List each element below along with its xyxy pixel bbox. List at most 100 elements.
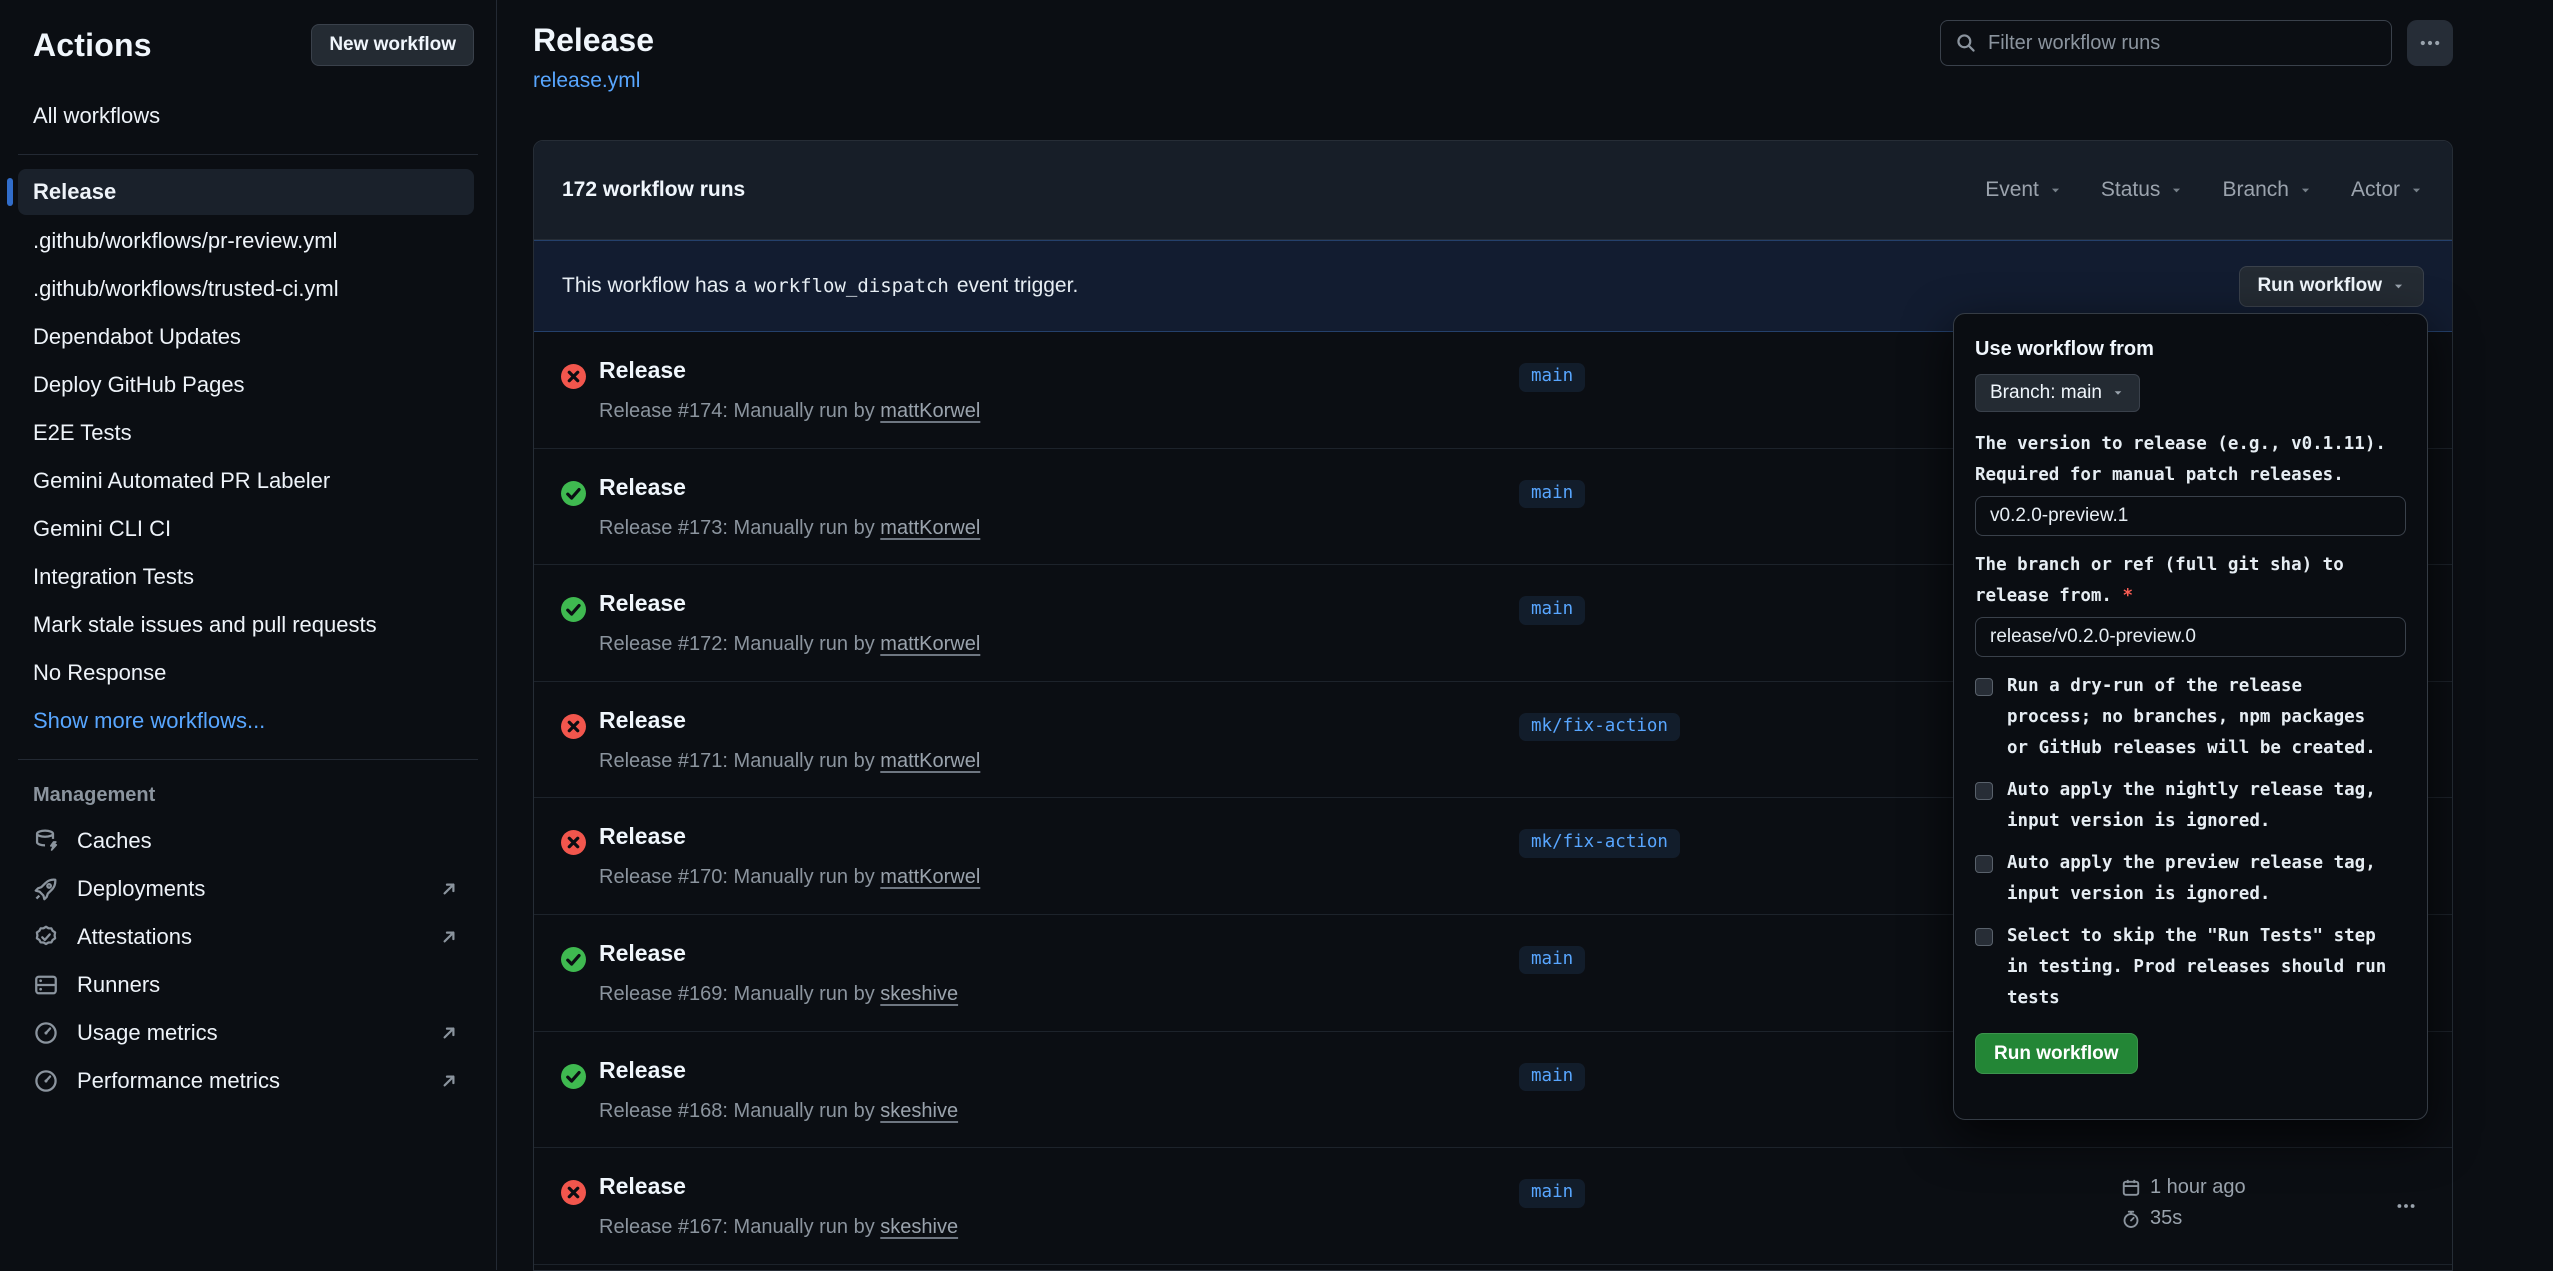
run-title-link[interactable]: Release <box>599 590 686 617</box>
external-link-icon <box>438 926 460 948</box>
sidebar-item-label: Runners <box>77 972 160 998</box>
workflow-dispatch-input-2[interactable] <box>1975 617 2406 657</box>
sidebar-item-label: Show more workflows... <box>33 708 265 734</box>
checkbox-label: Run a dry-run of the release process; no… <box>2007 671 2392 764</box>
chevron-down-icon <box>2048 183 2063 198</box>
sidebar-item-attestations[interactable]: Attestations <box>18 913 474 961</box>
header-kebab-button[interactable] <box>2407 20 2453 66</box>
actor-link[interactable]: mattKorwel <box>880 866 980 888</box>
divider <box>18 154 478 155</box>
run-title-link[interactable]: Release <box>599 474 686 501</box>
sidebar-item-label: Gemini CLI CI <box>33 516 171 542</box>
workflow-dispatch-checkbox-3[interactable]: Auto apply the preview release tag, inpu… <box>1975 848 2406 910</box>
run-workflow-dropdown-button[interactable]: Run workflow <box>2239 266 2424 307</box>
sidebar-item-label: All workflows <box>33 103 160 129</box>
sidebar-header: Actions New workflow <box>18 24 474 66</box>
checkbox[interactable] <box>1975 782 1993 800</box>
run-title-link[interactable]: Release <box>599 1173 686 1200</box>
use-workflow-from-label: Use workflow from <box>1975 338 2406 361</box>
kebab-icon <box>2395 1195 2417 1217</box>
sidebar-item-show-more-workflows[interactable]: Show more workflows... <box>18 697 474 745</box>
actor-link[interactable]: mattKorwel <box>880 750 980 772</box>
workflow-input-group: The branch or ref (full git sha) to rele… <box>1975 550 2406 660</box>
actor-link[interactable]: mattKorwel <box>880 400 980 422</box>
workflow-input-group: The version to release (e.g., v0.1.11). … <box>1975 429 2406 539</box>
workflow-dispatch-input-1[interactable] <box>1975 496 2406 536</box>
sidebar-item-performance-metrics[interactable]: Performance metrics <box>18 1057 474 1105</box>
sidebar-item-release[interactable]: Release <box>18 169 474 215</box>
sidebar-item-gemini-automated-pr-labeler[interactable]: Gemini Automated PR Labeler <box>18 457 474 505</box>
filter-runs-input[interactable] <box>1988 32 2377 55</box>
sidebar-item-no-response[interactable]: No Response <box>18 649 474 697</box>
filter-branch[interactable]: Branch <box>2222 178 2313 202</box>
sidebar-item-github-workflows-pr-review-yml[interactable]: .github/workflows/pr-review.yml <box>18 217 474 265</box>
external-link-icon <box>438 1022 460 1044</box>
rocket-icon <box>33 876 59 902</box>
checkbox[interactable] <box>1975 928 1993 946</box>
check-circle-icon <box>560 480 587 507</box>
check-circle-icon <box>560 946 587 973</box>
sidebar-item-label: No Response <box>33 660 166 686</box>
checkbox-label: Auto apply the nightly release tag, inpu… <box>2007 775 2392 837</box>
run-description: Release #168: Manually run by skeshive <box>599 1100 958 1123</box>
filter-actor[interactable]: Actor <box>2351 178 2424 202</box>
actor-link[interactable]: skeshive <box>880 1216 958 1238</box>
run-title-link[interactable]: Release <box>599 1057 686 1084</box>
actor-link[interactable]: skeshive <box>880 983 958 1005</box>
sidebar-item-label: Caches <box>77 828 152 854</box>
filter-status[interactable]: Status <box>2101 178 2185 202</box>
sidebar-item-runners[interactable]: Runners <box>18 961 474 1009</box>
branch-pill[interactable]: main <box>1519 946 1585 975</box>
sidebar-item-caches[interactable]: Caches <box>18 817 474 865</box>
divider <box>18 759 478 760</box>
new-workflow-button[interactable]: New workflow <box>311 24 474 66</box>
workflow-dispatch-checkbox-4[interactable]: Select to skip the "Run Tests" step in t… <box>1975 921 2406 1014</box>
branch-pill[interactable]: mk/fix-action <box>1519 713 1680 742</box>
branch-pill[interactable]: main <box>1519 363 1585 392</box>
chevron-down-icon <box>2409 183 2424 198</box>
workflow-file-link[interactable]: release.yml <box>533 69 640 93</box>
run-row-kebab-button[interactable] <box>2384 1184 2428 1228</box>
run-description: Release #174: Manually run by mattKorwel <box>599 400 980 423</box>
filter-runs-search[interactable] <box>1940 20 2392 66</box>
x-circle-icon <box>560 1179 587 1206</box>
branch-pill[interactable]: main <box>1519 596 1585 625</box>
branch-pill[interactable]: mk/fix-action <box>1519 829 1680 858</box>
actor-link[interactable]: mattKorwel <box>880 517 980 539</box>
sidebar-item-usage-metrics[interactable]: Usage metrics <box>18 1009 474 1057</box>
actor-link[interactable]: skeshive <box>880 1100 958 1122</box>
filter-event[interactable]: Event <box>1985 178 2063 202</box>
branch-pill[interactable]: main <box>1519 1179 1585 1208</box>
branch-pill[interactable]: main <box>1519 1063 1585 1092</box>
sidebar-item-integration-tests[interactable]: Integration Tests <box>18 553 474 601</box>
check-circle-icon <box>560 1063 587 1090</box>
sidebar-item-github-workflows-trusted-ci-yml[interactable]: .github/workflows/trusted-ci.yml <box>18 265 474 313</box>
calendar-icon <box>2121 1178 2141 1198</box>
sidebar-item-mark-stale-issues-and-pull-requests[interactable]: Mark stale issues and pull requests <box>18 601 474 649</box>
sidebar-item-e2e-tests[interactable]: E2E Tests <box>18 409 474 457</box>
sidebar-item-label: Performance metrics <box>77 1068 280 1094</box>
sidebar-item-gemini-cli-ci[interactable]: Gemini CLI CI <box>18 505 474 553</box>
x-circle-icon <box>560 713 587 740</box>
checkbox[interactable] <box>1975 678 1993 696</box>
run-workflow-submit-button[interactable]: Run workflow <box>1975 1033 2138 1074</box>
checkbox[interactable] <box>1975 855 1993 873</box>
actor-link[interactable]: mattKorwel <box>880 633 980 655</box>
branch-pill[interactable]: main <box>1519 480 1585 509</box>
sidebar-item-all-workflows[interactable]: All workflows <box>18 92 474 140</box>
server-icon <box>33 972 59 998</box>
sidebar-item-deployments[interactable]: Deployments <box>18 865 474 913</box>
sidebar-item-dependabot-updates[interactable]: Dependabot Updates <box>18 313 474 361</box>
sidebar-item-label: Gemini Automated PR Labeler <box>33 468 330 494</box>
branch-select-button[interactable]: Branch: main <box>1975 374 2140 412</box>
run-title-link[interactable]: Release <box>599 823 686 850</box>
chevron-down-icon <box>2169 183 2184 198</box>
run-title-link[interactable]: Release <box>599 707 686 734</box>
sidebar-item-deploy-github-pages[interactable]: Deploy GitHub Pages <box>18 361 474 409</box>
workflow-dispatch-checkbox-1[interactable]: Run a dry-run of the release process; no… <box>1975 671 2406 764</box>
run-title-link[interactable]: Release <box>599 357 686 384</box>
runs-list-header: 172 workflow runs Event Status Branch Ac… <box>534 141 2452 240</box>
run-title-link[interactable]: Release <box>599 940 686 967</box>
chevron-down-icon <box>2391 279 2406 294</box>
workflow-dispatch-checkbox-2[interactable]: Auto apply the nightly release tag, inpu… <box>1975 775 2406 837</box>
